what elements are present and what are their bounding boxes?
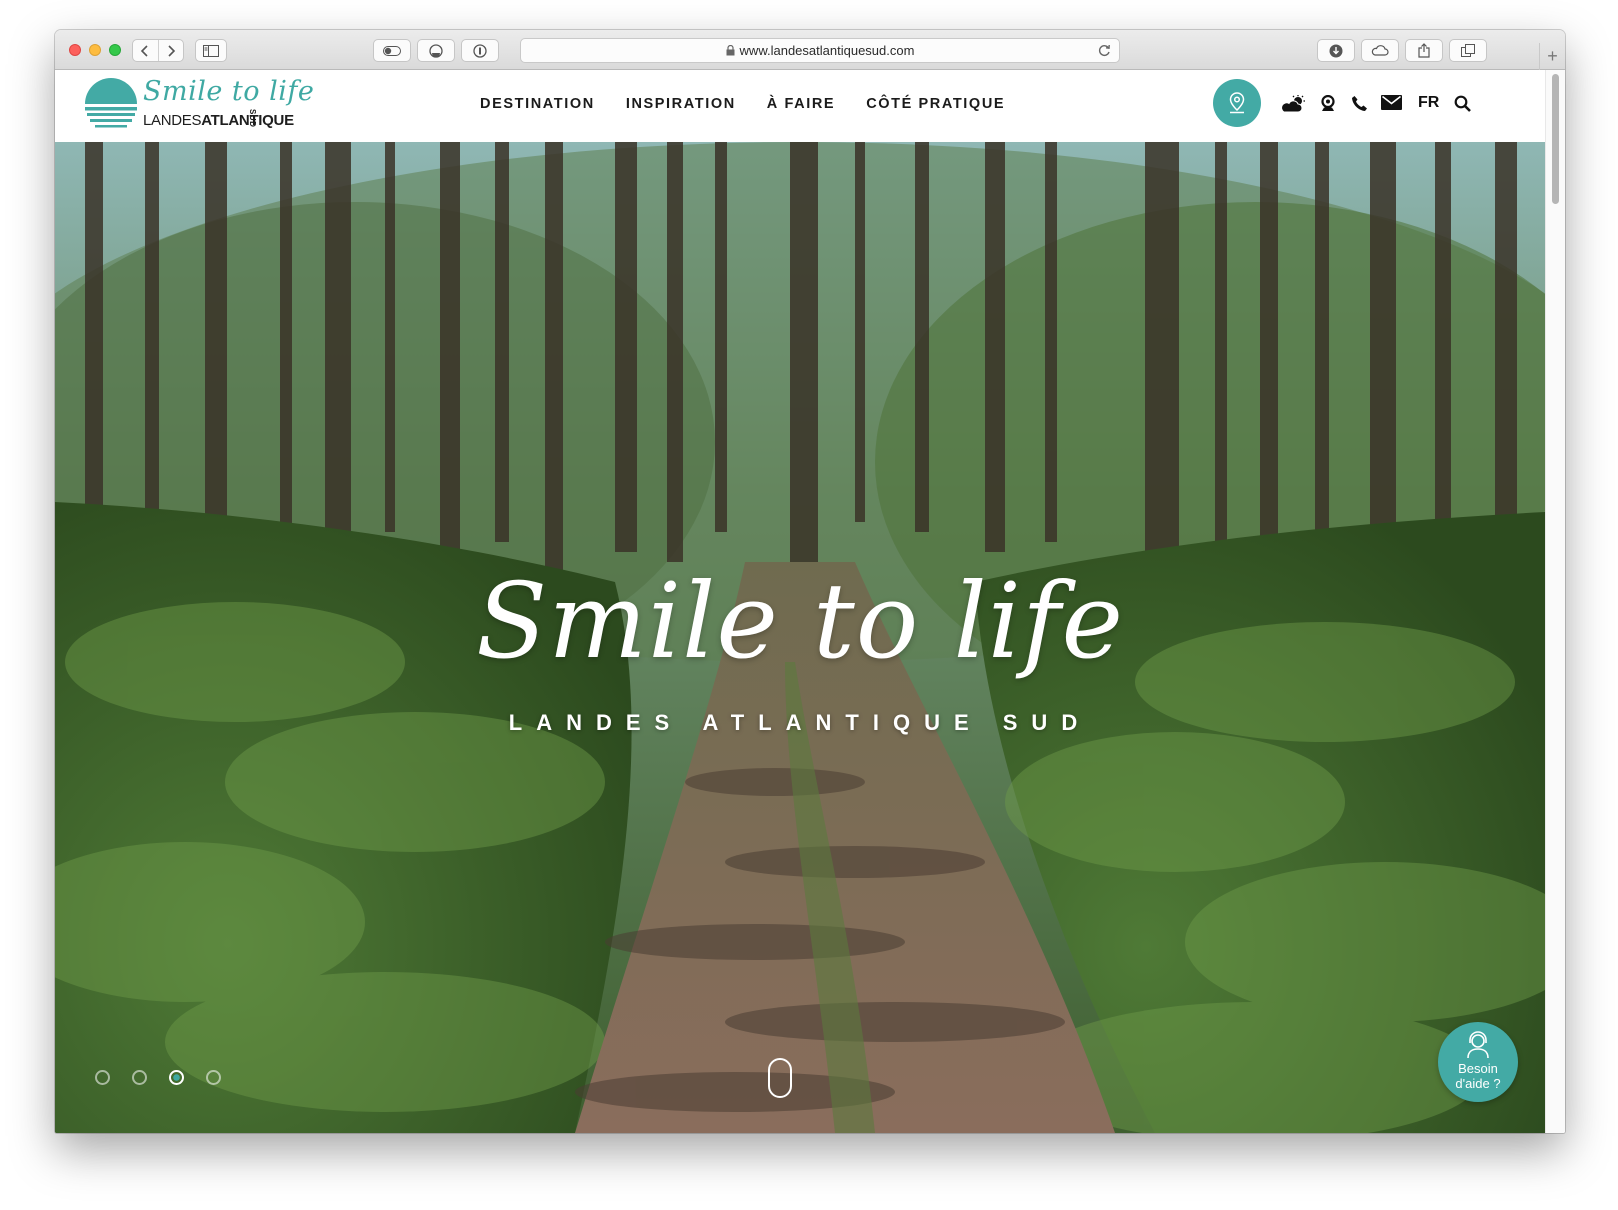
forward-button[interactable] [157, 40, 184, 61]
headset-icon [1467, 1031, 1489, 1059]
browser-toolbar: www.landesatlantiquesud.com + [55, 30, 1565, 70]
tab-overview-button[interactable] [1449, 39, 1487, 62]
back-button[interactable] [133, 40, 158, 61]
toggle-extension-button[interactable] [373, 39, 411, 62]
download-icon [1329, 44, 1343, 57]
url-text: www.landesatlantiquesud.com [739, 43, 915, 58]
password-extension-button[interactable] [461, 39, 499, 62]
info-icon [473, 43, 487, 58]
close-window-button[interactable] [69, 44, 81, 56]
logo-sun-waves-icon [85, 78, 137, 128]
help-label: Besoin d'aide ? [1438, 1061, 1518, 1091]
logo-landes: LANDES [143, 112, 202, 129]
slider-dot[interactable] [95, 1070, 110, 1085]
slider-dot[interactable] [206, 1070, 221, 1085]
help-label-line1: Besoin [1458, 1061, 1498, 1076]
weather-button[interactable] [1281, 95, 1307, 113]
scrollbar-thumb[interactable] [1552, 74, 1559, 204]
sidebar-button[interactable] [195, 39, 227, 62]
chevron-left-icon [141, 44, 148, 57]
nav-item-destination[interactable]: DESTINATION [480, 96, 595, 112]
site-logo[interactable]: Smile to life LANDESATLANTIQUE SUD [83, 76, 314, 134]
nav-item-cote-pratique[interactable]: CÔTÉ PRATIQUE [866, 96, 1005, 112]
extension-icon [429, 43, 443, 58]
zoom-window-button[interactable] [109, 44, 121, 56]
main-nav: DESTINATION INSPIRATION À FAIRE CÔTÉ PRA… [480, 96, 1005, 112]
address-bar[interactable]: www.landesatlantiquesud.com [520, 38, 1120, 63]
chevron-right-icon [168, 44, 175, 57]
cloud-icon [1371, 45, 1389, 56]
help-button[interactable]: Besoin d'aide ? [1438, 1022, 1518, 1102]
icloud-tabs-button[interactable] [1361, 39, 1399, 62]
search-icon [1454, 95, 1471, 112]
lock-icon [726, 45, 735, 56]
downloads-button[interactable] [1317, 39, 1355, 62]
map-pin-icon [1229, 92, 1245, 114]
reload-icon[interactable] [1098, 44, 1111, 57]
search-button[interactable] [1454, 95, 1471, 112]
share-button[interactable] [1405, 39, 1443, 62]
sidebar-icon [203, 44, 219, 57]
logo-sud-text: SUD [248, 109, 257, 128]
logo-sub-text: LANDESATLANTIQUE [143, 112, 294, 129]
logo-script-text: Smile to life [143, 76, 315, 107]
webcam-button[interactable] [1320, 95, 1336, 112]
share-icon [1418, 43, 1430, 58]
mail-icon [1381, 95, 1402, 110]
phone-icon [1352, 96, 1367, 111]
map-button[interactable] [1213, 79, 1261, 127]
hero-banner: Smile to life LANDES ATLANTIQUE SUD Beso… [55, 142, 1545, 1133]
nav-item-a-faire[interactable]: À FAIRE [767, 96, 835, 112]
new-tab-button[interactable]: + [1539, 43, 1565, 70]
weather-icon [1281, 95, 1305, 113]
browser-window: www.landesatlantiquesud.com + Smile to l… [55, 30, 1565, 1133]
minimize-window-button[interactable] [89, 44, 101, 56]
extension-button[interactable] [417, 39, 455, 62]
phone-button[interactable] [1351, 95, 1368, 112]
tabs-icon [1461, 44, 1475, 57]
help-label-line2: d'aide ? [1455, 1076, 1501, 1091]
toggle-icon [383, 45, 401, 56]
page-scrollbar[interactable] [1545, 70, 1565, 1133]
hero-subtitle: LANDES ATLANTIQUE SUD [508, 710, 1092, 735]
history-nav [132, 39, 184, 62]
site-header: Smile to life LANDESATLANTIQUE SUD DESTI… [55, 70, 1545, 142]
scroll-down-icon[interactable] [768, 1058, 792, 1098]
webcam-icon [1321, 95, 1335, 111]
slider-dot[interactable] [132, 1070, 147, 1085]
mail-button[interactable] [1381, 95, 1402, 110]
nav-item-inspiration[interactable]: INSPIRATION [626, 96, 736, 112]
slider-pagination [95, 1070, 221, 1085]
language-selector[interactable]: FR [1418, 94, 1439, 112]
slider-dot-active[interactable] [169, 1070, 184, 1085]
hero-title: Smile to life [475, 560, 1125, 682]
